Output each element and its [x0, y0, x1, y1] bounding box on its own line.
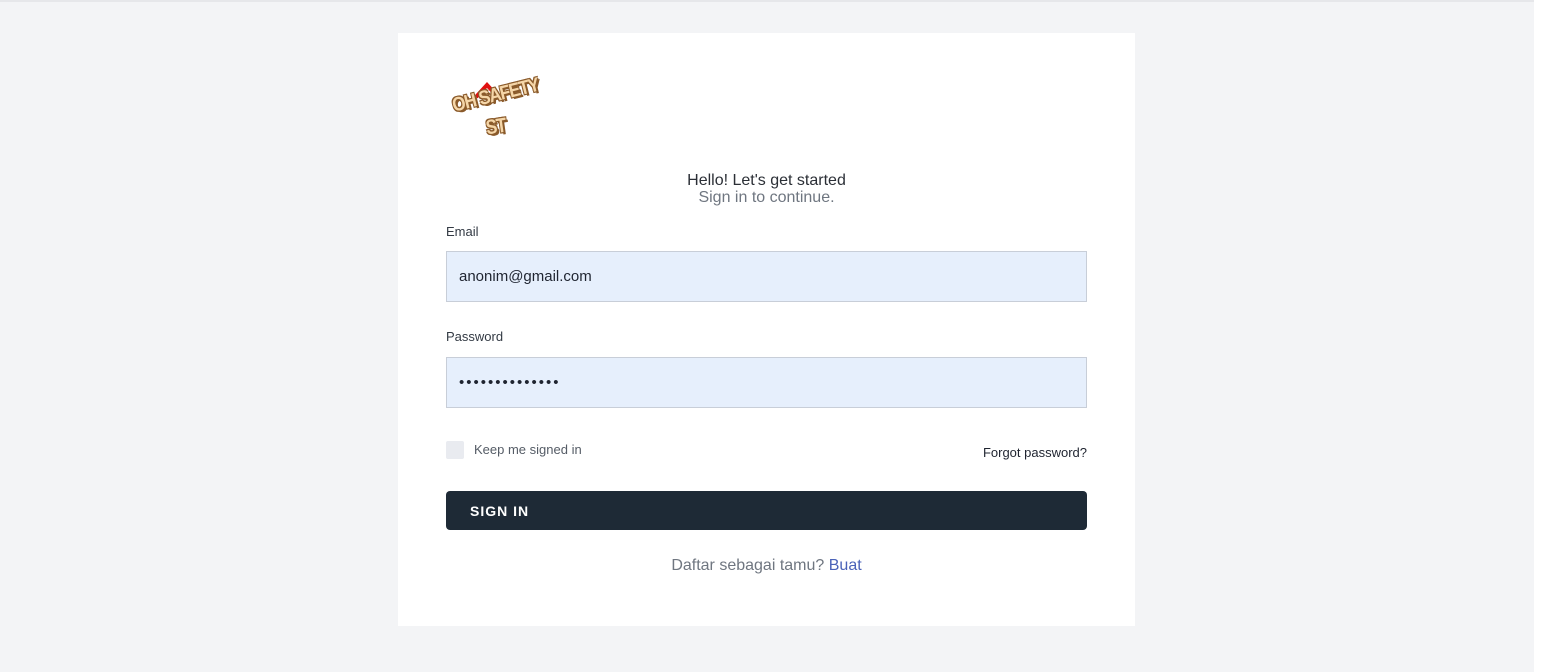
- page-subtitle: Sign in to continue.: [698, 189, 835, 206]
- right-scroll-gutter: [1534, 0, 1556, 672]
- sign-in-button[interactable]: SIGN IN: [446, 491, 1087, 530]
- keep-signed-in-checkbox[interactable]: [446, 441, 464, 459]
- password-label: Password: [446, 329, 504, 344]
- top-divider: [0, 0, 1534, 2]
- page-title: Hello! Let's get started: [687, 172, 846, 189]
- keep-signed-in-label: Keep me signed in: [474, 442, 582, 457]
- brand-logo: OH SAFETY ST: [446, 74, 541, 143]
- guest-register-text: Daftar sebagai tamu?: [671, 557, 825, 574]
- forgot-password-link[interactable]: Forgot password?: [983, 445, 1087, 460]
- login-card: OH SAFETY ST Hello! Let's get started Si…: [398, 33, 1135, 626]
- guest-register-link[interactable]: Buat: [829, 557, 862, 574]
- logo-text-line2: ST: [484, 113, 508, 140]
- guest-register-prompt: Daftar sebagai tamu? Buat: [398, 557, 1135, 575]
- email-field[interactable]: [446, 251, 1087, 302]
- email-label: Email: [446, 224, 479, 239]
- password-field[interactable]: [446, 357, 1087, 408]
